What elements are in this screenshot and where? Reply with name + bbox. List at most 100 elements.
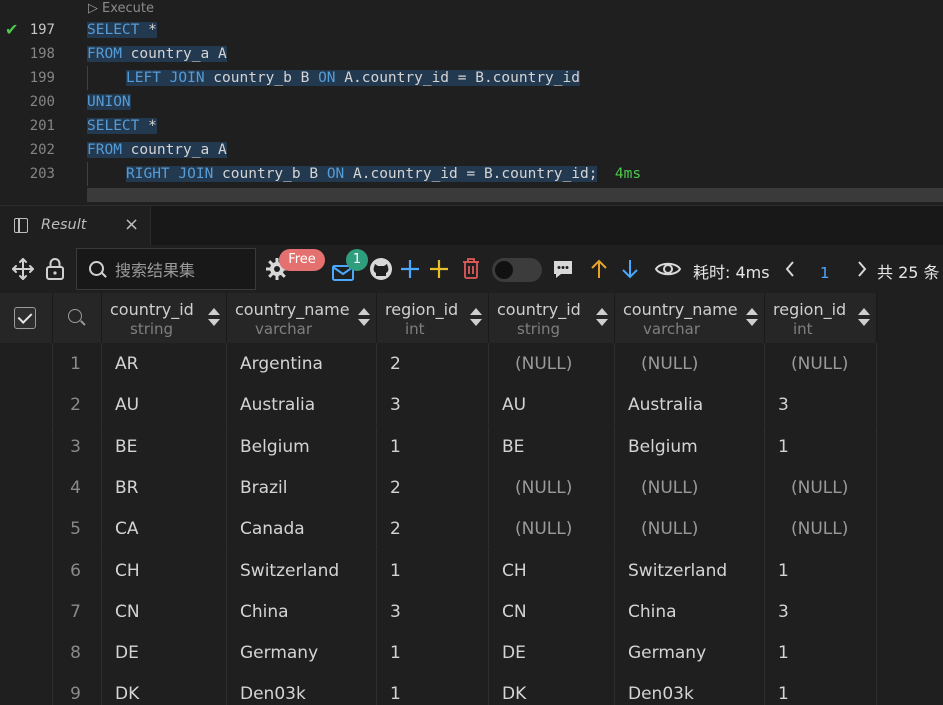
table-cell[interactable]: Switzerland xyxy=(227,549,377,591)
table-row[interactable]: 1 AR Argentina 2 (NULL) (NULL) (NULL) xyxy=(0,343,877,384)
lock-icon[interactable] xyxy=(40,245,70,293)
table-cell[interactable]: DK xyxy=(102,673,227,705)
table-cell[interactable]: BE xyxy=(489,425,615,467)
table-cell[interactable]: 2 xyxy=(377,466,489,508)
table-row[interactable]: 3 BE Belgium 1 BE Belgium 1 xyxy=(0,425,877,467)
column-header[interactable]: region_id int xyxy=(377,293,489,343)
table-row[interactable]: 8 DE Germany 1 DE Germany 1 xyxy=(0,632,877,674)
table-cell[interactable]: China xyxy=(615,590,765,632)
table-cell[interactable]: CN xyxy=(489,590,615,632)
table-cell[interactable]: AR xyxy=(102,343,227,384)
table-cell[interactable]: (NULL) xyxy=(489,508,615,550)
row-selector[interactable] xyxy=(0,343,53,384)
table-cell[interactable]: 3 xyxy=(377,384,489,426)
table-cell[interactable]: Germany xyxy=(227,632,377,674)
github-icon[interactable] xyxy=(366,245,396,293)
close-icon[interactable]: × xyxy=(124,214,139,235)
table-row[interactable]: 7 CN China 3 CN China 3 xyxy=(0,590,877,632)
add-column-icon[interactable] xyxy=(426,245,452,293)
table-cell[interactable]: CA xyxy=(102,508,227,550)
add-row-icon[interactable] xyxy=(397,245,423,293)
chevron-left-icon[interactable] xyxy=(780,245,800,293)
toggle-switch[interactable] xyxy=(492,258,542,282)
column-header[interactable]: country_name varchar xyxy=(615,293,765,343)
table-cell[interactable]: 1 xyxy=(377,632,489,674)
table-cell[interactable]: 3 xyxy=(765,590,877,632)
chevron-right-icon[interactable] xyxy=(852,245,872,293)
table-cell[interactable]: 1 xyxy=(765,425,877,467)
table-cell[interactable]: Belgium xyxy=(227,425,377,467)
row-selector[interactable] xyxy=(0,508,53,550)
column-header[interactable]: country_id string xyxy=(102,293,227,343)
code-line[interactable]: 201 SELECT * xyxy=(0,114,943,138)
arrow-up-icon[interactable] xyxy=(587,245,611,293)
horizontal-scrollbar[interactable] xyxy=(87,188,943,202)
eye-icon[interactable] xyxy=(652,245,684,293)
table-cell[interactable]: 1 xyxy=(765,632,877,674)
code-line[interactable]: 200 UNION xyxy=(0,90,943,114)
row-selector[interactable] xyxy=(0,673,53,705)
table-cell[interactable]: AU xyxy=(102,384,227,426)
table-cell[interactable]: Switzerland xyxy=(615,549,765,591)
table-cell[interactable]: 1 xyxy=(765,673,877,705)
sort-icon[interactable] xyxy=(208,308,220,328)
column-header[interactable]: country_name varchar xyxy=(227,293,377,343)
sort-icon[interactable] xyxy=(470,308,482,328)
result-search-box[interactable] xyxy=(76,248,256,290)
table-cell[interactable]: 2 xyxy=(377,508,489,550)
table-cell[interactable]: Argentina xyxy=(227,343,377,384)
row-selector[interactable] xyxy=(0,549,53,591)
select-all-checkbox[interactable] xyxy=(14,307,36,329)
table-cell[interactable]: (NULL) xyxy=(765,343,877,384)
tab-result[interactable]: Result × xyxy=(0,206,151,246)
comment-icon[interactable] xyxy=(549,245,577,293)
sort-icon[interactable] xyxy=(746,308,758,328)
sort-icon[interactable] xyxy=(858,308,870,328)
row-selector[interactable] xyxy=(0,466,53,508)
column-header[interactable]: country_id string xyxy=(489,293,615,343)
table-cell[interactable]: Brazil xyxy=(227,466,377,508)
table-row[interactable]: 9 DK Den03k 1 DK Den03k 1 xyxy=(0,673,877,705)
execute-codelens[interactable]: ▷ Execute xyxy=(88,0,154,18)
table-cell[interactable]: Canada xyxy=(227,508,377,550)
code-line[interactable]: 198 FROM country_a A xyxy=(0,42,943,66)
table-cell[interactable]: Germany xyxy=(615,632,765,674)
table-row[interactable]: 4 BR Brazil 2 (NULL) (NULL) (NULL) xyxy=(0,466,877,508)
code-line[interactable]: ✔ 197 SELECT * xyxy=(0,18,943,42)
column-header[interactable]: region_id int xyxy=(765,293,877,343)
table-cell[interactable]: BR xyxy=(102,466,227,508)
sort-icon[interactable] xyxy=(596,308,608,328)
table-cell[interactable]: CN xyxy=(102,590,227,632)
sort-icon[interactable] xyxy=(358,308,370,328)
row-selector[interactable] xyxy=(0,632,53,674)
table-cell[interactable]: Belgium xyxy=(615,425,765,467)
table-cell[interactable]: 1 xyxy=(765,549,877,591)
table-cell[interactable]: 3 xyxy=(377,590,489,632)
table-cell[interactable]: Den03k xyxy=(615,673,765,705)
table-cell[interactable]: Australia xyxy=(227,384,377,426)
code-line[interactable]: 202 FROM country_a A xyxy=(0,138,943,162)
table-cell[interactable]: (NULL) xyxy=(615,466,765,508)
table-cell[interactable]: (NULL) xyxy=(765,466,877,508)
table-cell[interactable]: 1 xyxy=(377,549,489,591)
table-row[interactable]: 6 CH Switzerland 1 CH Switzerland 1 xyxy=(0,549,877,591)
table-cell[interactable]: Australia xyxy=(615,384,765,426)
table-cell[interactable]: CH xyxy=(102,549,227,591)
table-cell[interactable]: 3 xyxy=(765,384,877,426)
row-selector[interactable] xyxy=(0,384,53,426)
table-cell[interactable]: AU xyxy=(489,384,615,426)
trash-icon[interactable] xyxy=(458,245,484,293)
table-cell[interactable]: China xyxy=(227,590,377,632)
table-row[interactable]: 2 AU Australia 3 AU Australia 3 xyxy=(0,384,877,426)
code-line[interactable]: 203 RIGHT JOIN country_b B ON A.country_i… xyxy=(0,162,943,186)
table-cell[interactable]: DE xyxy=(489,632,615,674)
result-search-input[interactable] xyxy=(113,257,255,283)
table-cell[interactable]: Den03k xyxy=(227,673,377,705)
filter-search-icon[interactable] xyxy=(68,309,82,323)
arrow-down-icon[interactable] xyxy=(618,245,642,293)
table-cell[interactable]: 1 xyxy=(377,425,489,467)
page-number[interactable]: 1 xyxy=(820,245,830,293)
table-cell[interactable]: (NULL) xyxy=(489,343,615,384)
table-cell[interactable]: 2 xyxy=(377,343,489,384)
table-cell[interactable]: BE xyxy=(102,425,227,467)
